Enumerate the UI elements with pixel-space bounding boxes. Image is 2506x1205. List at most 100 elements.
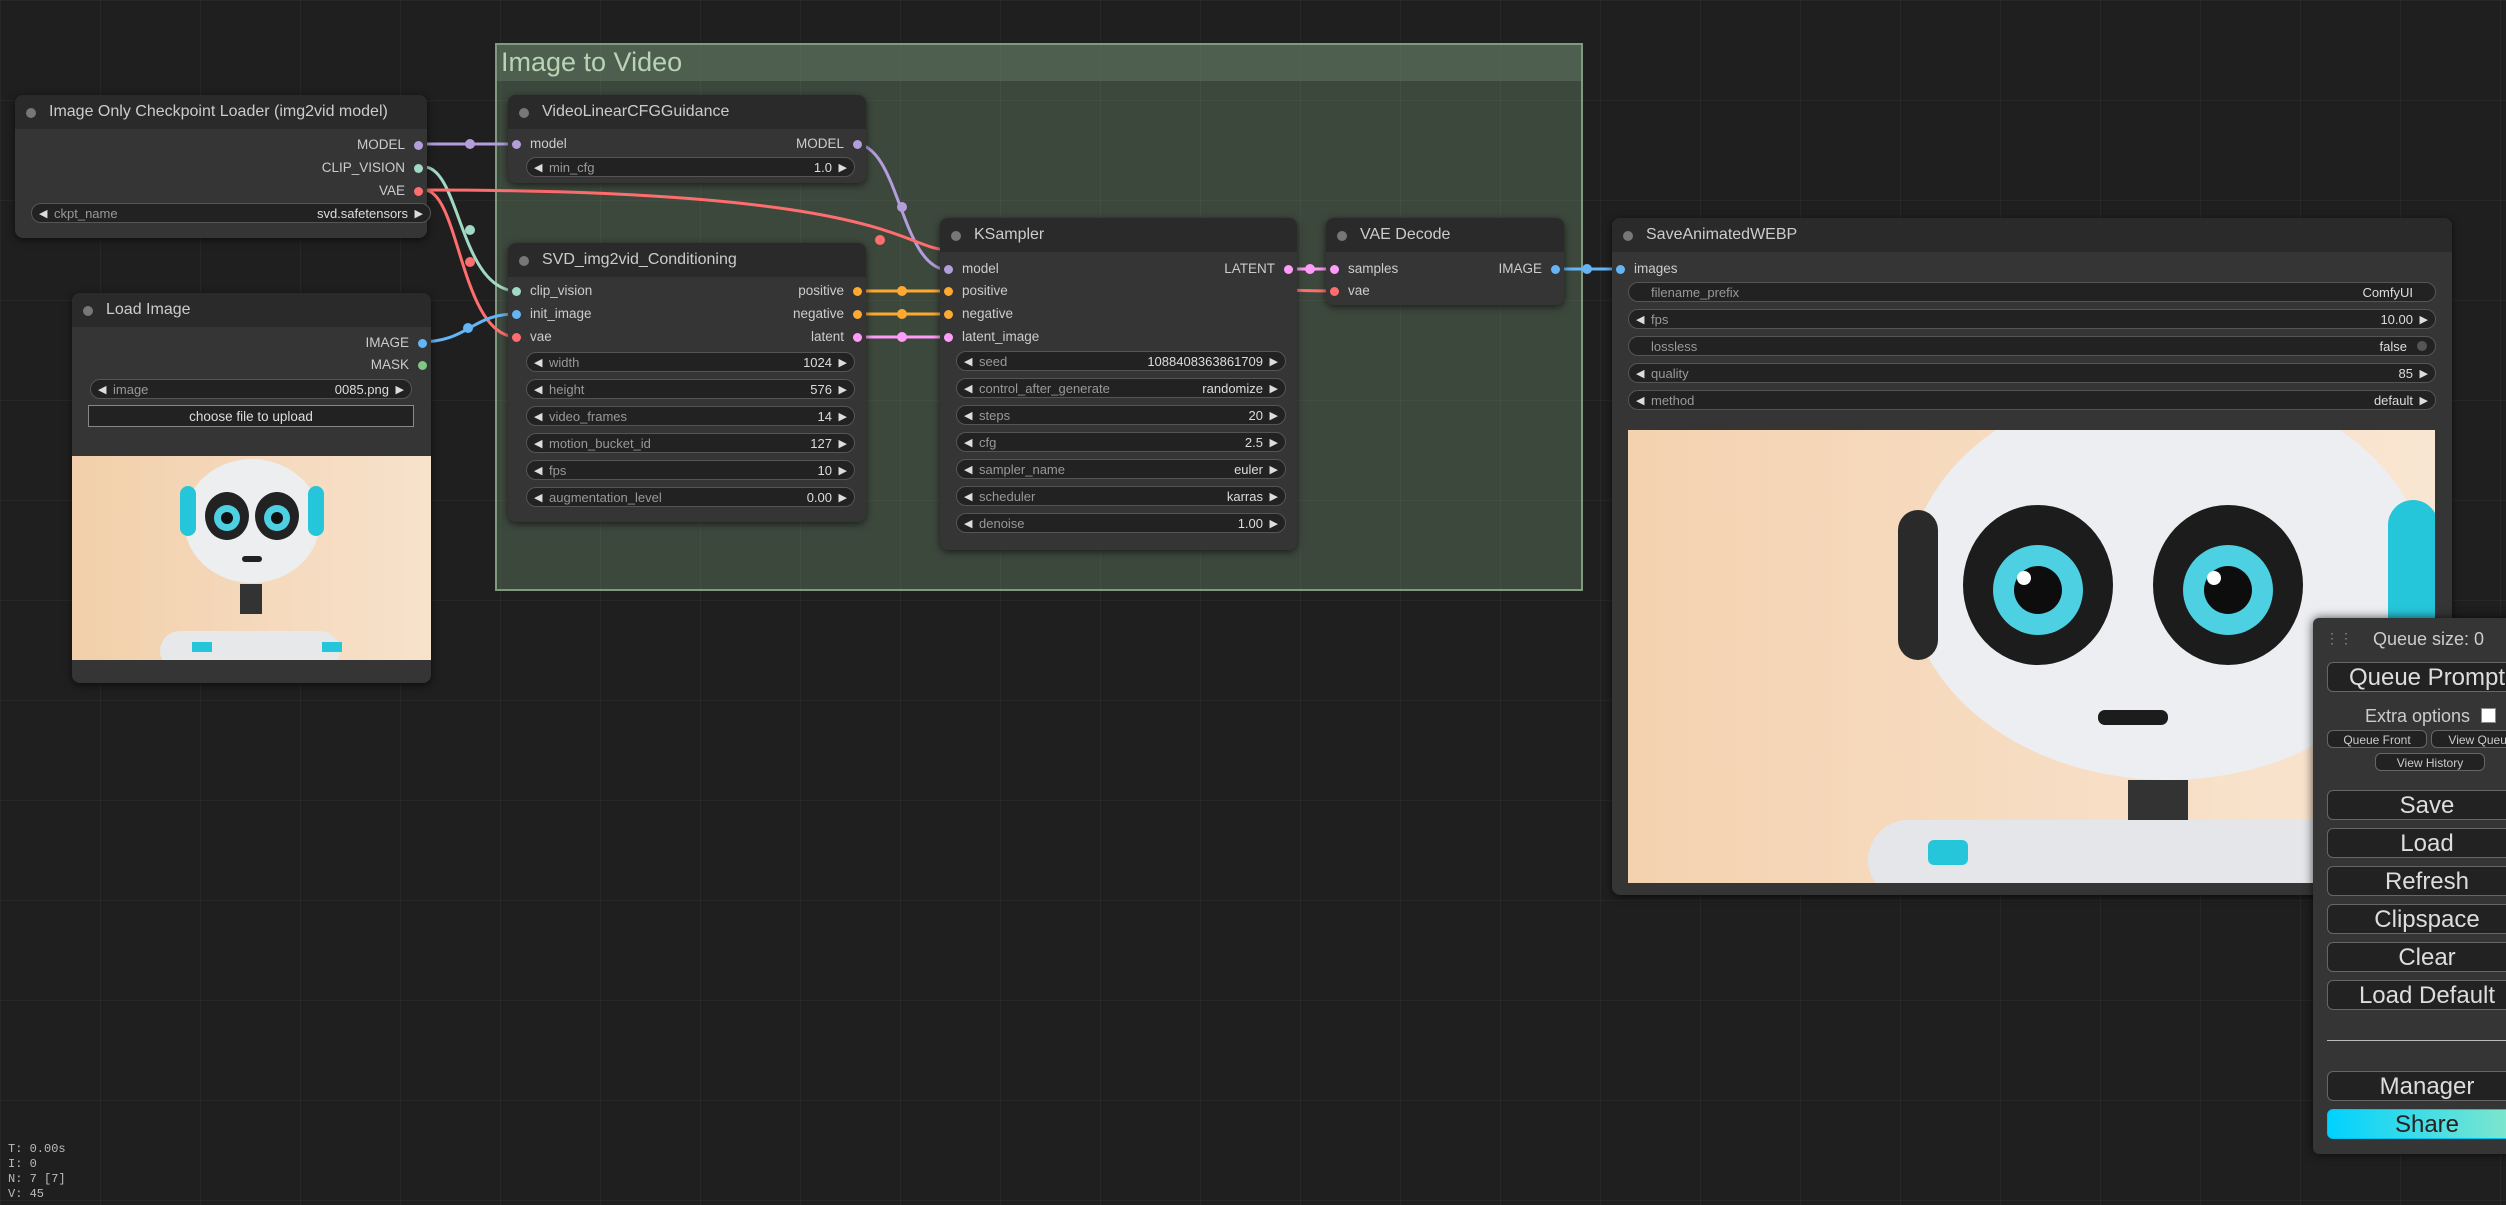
arrow-left-icon[interactable]: ◀ [534,380,542,400]
manager-button[interactable]: Manager [2327,1071,2506,1101]
widget-control-after-generate[interactable]: ◀ control_after_generate randomize ▶ [956,378,1286,398]
output-negative[interactable]: negative [793,304,866,324]
output-positive[interactable]: positive [798,281,866,301]
widget-motion-bucket-id[interactable]: ◀ motion_bucket_id 127 ▶ [526,433,855,453]
arrow-left-icon[interactable]: ◀ [964,460,972,480]
arrow-left-icon[interactable]: ◀ [534,353,542,373]
node-title[interactable]: VAE Decode [1326,218,1564,252]
arrow-right-icon[interactable]: ▶ [839,434,847,454]
widget-fps[interactable]: ◀ fps 10.00 ▶ [1628,309,2436,329]
widget-scheduler[interactable]: ◀ scheduler karras ▶ [956,486,1286,506]
arrow-right-icon[interactable]: ▶ [2420,391,2428,411]
choose-file-button[interactable]: choose file to upload [88,405,414,427]
node-title[interactable]: SaveAnimatedWEBP [1612,218,2452,252]
node-ksampler[interactable]: KSampler model positive negative latent_… [940,218,1297,550]
input-images[interactable]: images [1612,259,1678,279]
collapse-dot-icon[interactable] [519,256,529,266]
arrow-right-icon[interactable]: ▶ [839,380,847,400]
widget-video-frames[interactable]: ◀ video_frames 14 ▶ [526,406,855,426]
view-history-button[interactable]: View History [2375,753,2485,771]
output-model[interactable]: MODEL [796,134,866,154]
output-latent[interactable]: LATENT [1224,259,1297,279]
widget-width[interactable]: ◀ width 1024 ▶ [526,352,855,372]
arrow-left-icon[interactable]: ◀ [534,158,542,178]
arrow-left-icon[interactable]: ◀ [964,352,972,372]
clipspace-button[interactable]: Clipspace [2327,904,2506,934]
widget-augmentation-level[interactable]: ◀ augmentation_level 0.00 ▶ [526,487,855,507]
arrow-right-icon[interactable]: ▶ [415,204,423,224]
node-title[interactable]: VideoLinearCFGGuidance [508,95,866,129]
widget-filename-prefix[interactable]: filename_prefix ComfyUI [1628,282,2436,302]
arrow-left-icon[interactable]: ◀ [98,380,106,400]
queue-prompt-button[interactable]: Queue Prompt [2327,662,2506,692]
widget-denoise[interactable]: ◀ denoise 1.00 ▶ [956,513,1286,533]
arrow-left-icon[interactable]: ◀ [1636,391,1644,411]
refresh-button[interactable]: Refresh [2327,866,2506,896]
input-model[interactable]: model [940,259,999,279]
save-button[interactable]: Save [2327,790,2506,820]
node-svd-conditioning[interactable]: SVD_img2vid_Conditioning clip_vision ini… [508,243,866,522]
arrow-left-icon[interactable]: ◀ [964,406,972,426]
widget-cfg[interactable]: ◀ cfg 2.5 ▶ [956,432,1286,452]
node-checkpoint-loader[interactable]: Image Only Checkpoint Loader (img2vid mo… [15,95,431,238]
collapse-dot-icon[interactable] [1337,231,1347,241]
node-title[interactable]: KSampler [940,218,1297,252]
input-model[interactable]: model [508,134,567,154]
arrow-right-icon[interactable]: ▶ [1270,379,1278,399]
arrow-right-icon[interactable]: ▶ [1270,514,1278,534]
arrow-left-icon[interactable]: ◀ [964,379,972,399]
output-latent[interactable]: latent [811,327,866,347]
widget-sampler-name[interactable]: ◀ sampler_name euler ▶ [956,459,1286,479]
widget-image[interactable]: ◀ image 0085.png ▶ [90,379,412,399]
arrow-left-icon[interactable]: ◀ [534,434,542,454]
output-vae[interactable]: VAE [379,181,427,201]
arrow-left-icon[interactable]: ◀ [39,204,47,224]
widget-seed[interactable]: ◀ seed 1088408363861709 ▶ [956,351,1286,371]
arrow-right-icon[interactable]: ▶ [1270,487,1278,507]
input-vae[interactable]: vae [508,327,552,347]
widget-height[interactable]: ◀ height 576 ▶ [526,379,855,399]
arrow-left-icon[interactable]: ◀ [964,433,972,453]
widget-fps[interactable]: ◀ fps 10 ▶ [526,460,855,480]
share-button[interactable]: Share [2327,1109,2506,1139]
collapse-dot-icon[interactable] [1623,231,1633,241]
widget-quality[interactable]: ◀ quality 85 ▶ [1628,363,2436,383]
arrow-right-icon[interactable]: ▶ [396,380,404,400]
output-image[interactable]: IMAGE [1498,259,1564,279]
arrow-left-icon[interactable]: ◀ [1636,310,1644,330]
node-title[interactable]: Image Only Checkpoint Loader (img2vid mo… [15,95,427,129]
node-title[interactable]: SVD_img2vid_Conditioning [508,243,866,277]
input-init-image[interactable]: init_image [508,304,592,324]
arrow-right-icon[interactable]: ▶ [839,488,847,508]
arrow-left-icon[interactable]: ◀ [534,407,542,427]
input-samples[interactable]: samples [1326,259,1398,279]
output-model[interactable]: MODEL [357,135,427,155]
arrow-right-icon[interactable]: ▶ [839,407,847,427]
arrow-left-icon[interactable]: ◀ [964,514,972,534]
arrow-right-icon[interactable]: ▶ [839,461,847,481]
output-mask[interactable]: MASK [371,355,431,375]
widget-steps[interactable]: ◀ steps 20 ▶ [956,405,1286,425]
arrow-right-icon[interactable]: ▶ [1270,352,1278,372]
widget-method[interactable]: ◀ method default ▶ [1628,390,2436,410]
widget-min-cfg[interactable]: ◀ min_cfg 1.0 ▶ [526,157,855,177]
arrow-left-icon[interactable]: ◀ [534,461,542,481]
collapse-dot-icon[interactable] [951,231,961,241]
drag-handle-icon[interactable]: ⋮⋮ [2325,630,2353,647]
arrow-right-icon[interactable]: ▶ [839,158,847,178]
toggle-icon[interactable] [2417,341,2427,351]
input-vae[interactable]: vae [1326,281,1370,301]
queue-front-button[interactable]: Queue Front [2327,730,2427,748]
node-vae-decode[interactable]: VAE Decode samples vae IMAGE [1326,218,1564,305]
collapse-dot-icon[interactable] [26,108,36,118]
arrow-right-icon[interactable]: ▶ [2420,364,2428,384]
arrow-right-icon[interactable]: ▶ [1270,433,1278,453]
node-load-image[interactable]: Load Image IMAGE MASK ◀ image 0085.png ▶… [72,293,431,683]
arrow-right-icon[interactable]: ▶ [1270,460,1278,480]
load-default-button[interactable]: Load Default [2327,980,2506,1010]
arrow-right-icon[interactable]: ▶ [2420,310,2428,330]
clear-button[interactable]: Clear [2327,942,2506,972]
arrow-right-icon[interactable]: ▶ [839,353,847,373]
node-title[interactable]: Load Image [72,293,431,327]
view-queue-button[interactable]: View Queue [2431,730,2506,748]
